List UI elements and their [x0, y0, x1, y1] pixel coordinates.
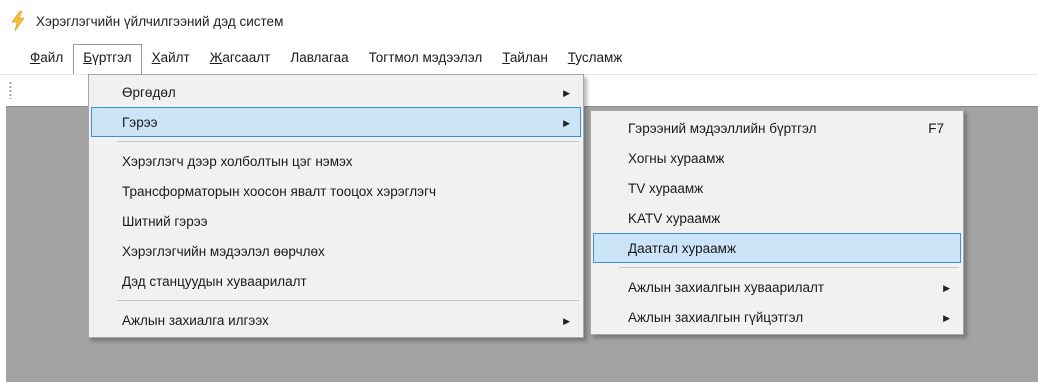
geree-item-2[interactable]: TV хураамж	[593, 173, 961, 203]
menu-item-label: Ажлын захиалгын гүйцэтгэл	[628, 310, 804, 325]
menu-item-label: Ажлын захиалга илгээх	[122, 313, 269, 328]
menu-constants[interactable]: Тогтмол мэдээлэл	[359, 44, 493, 70]
menu-item-label: TV хураамж	[628, 181, 704, 196]
burtgel-item-0[interactable]: Өргөдөл ▶	[91, 77, 581, 107]
menu-separator	[117, 141, 579, 142]
window-title: Хэрэглэгчийн үйлчилгээний дэд систем	[36, 13, 284, 29]
menu-mnemonic: Х	[151, 50, 161, 65]
shortcut-label: F7	[928, 121, 944, 136]
menu-item-label: Трансформаторын хоосон явалт тооцох хэрэ…	[122, 184, 437, 199]
triangle-right-icon: ▶	[563, 88, 570, 98]
burtgel-dropdown-menu: Өргөдөл ▶ Гэрээ ▶ Хэрэглэгч дээр холболтын ц…	[88, 74, 584, 338]
menu-label: агсаалт	[222, 50, 271, 65]
menu-label: усламж	[575, 50, 623, 65]
menu-list[interactable]: Жагсаалт	[200, 44, 281, 70]
burtgel-item-5[interactable]: Шитний гэрээ	[91, 206, 581, 236]
menu-label: Лавлагаа	[290, 50, 349, 65]
menu-item-label: Гэрээ	[122, 115, 158, 130]
burtgel-item-1[interactable]: Гэрээ ▶	[91, 107, 581, 137]
menu-label: Тогтмол мэдээлэл	[368, 50, 483, 65]
geree-submenu: Гэрээний мэдээллийн бүртгэл F7 Хогны хураа…	[590, 110, 964, 335]
menu-mnemonic: Ж	[209, 50, 223, 65]
triangle-right-icon: ▶	[943, 283, 950, 293]
menu-label: үртгэл	[92, 50, 132, 65]
geree-item-4[interactable]: Даатгал хураамж	[593, 233, 961, 263]
menu-item-label: Өргөдөл	[122, 85, 176, 100]
menu-label: айлт	[160, 50, 190, 65]
burtgel-item-6[interactable]: Хэрэглэгчийн мэдээлэл өөрчлөх	[91, 236, 581, 266]
menu-item-label: Дэд станцуудын хуваарилалт	[122, 274, 307, 289]
menu-item-label: KATV хураамж	[628, 211, 721, 226]
menu-help[interactable]: Тусламж	[558, 44, 633, 70]
menu-item-label: Хэрэглэгчийн мэдээлэл өөрчлөх	[122, 244, 325, 259]
title-bar: Хэрэглэгчийн үйлчилгээний дэд систем	[0, 0, 1038, 42]
menu-item-label: Даатгал хураамж	[628, 241, 736, 256]
geree-item-0[interactable]: Гэрээний мэдээллийн бүртгэл F7	[593, 113, 961, 143]
menu-burtgel[interactable]: Бүртгэл	[73, 44, 142, 74]
burtgel-item-4[interactable]: Трансформаторын хоосон явалт тооцох хэрэ…	[91, 176, 581, 206]
menu-bar: Файл Бүртгэл Хайлт Жагсаалт Лавлагаа Тогтмол …	[0, 42, 1038, 74]
triangle-right-icon: ▶	[563, 316, 570, 326]
burtgel-item-7[interactable]: Дэд станцуудын хуваарилалт	[91, 266, 581, 296]
geree-item-7[interactable]: Ажлын захиалгын гүйцэтгэл ▶	[593, 302, 961, 332]
triangle-right-icon: ▶	[943, 313, 950, 323]
menu-separator	[117, 300, 579, 301]
menu-reference[interactable]: Лавлагаа	[280, 44, 358, 70]
menu-file[interactable]: Файл	[20, 44, 73, 70]
toolbar-grip-icon[interactable]	[9, 81, 12, 99]
lightning-bolt-icon	[11, 11, 25, 31]
burtgel-item-3[interactable]: Хэрэглэгч дээр холболтын цэг нэмэх	[91, 146, 581, 176]
menu-mnemonic: Б	[83, 50, 93, 65]
menu-search[interactable]: Хайлт	[142, 44, 200, 70]
menu-report[interactable]: Тайлан	[492, 44, 558, 70]
triangle-right-icon: ▶	[563, 118, 570, 128]
app-window: Хэрэглэгчийн үйлчилгээний дэд систем Фай…	[0, 0, 1038, 382]
menu-label: айл	[40, 50, 64, 65]
burtgel-item-9[interactable]: Ажлын захиалга илгээх ▶	[91, 305, 581, 335]
menu-item-label: Хогны хураамж	[628, 151, 725, 166]
menu-mnemonic: Ф	[30, 50, 41, 65]
menu-item-label: Ажлын захиалгын хуваарилалт	[628, 280, 825, 295]
menu-item-label: Гэрээний мэдээллийн бүртгэл	[628, 121, 817, 136]
menu-item-label: Шитний гэрээ	[122, 214, 208, 229]
geree-item-3[interactable]: KATV хураамж	[593, 203, 961, 233]
menu-separator	[619, 267, 959, 268]
geree-item-6[interactable]: Ажлын захиалгын хуваарилалт ▶	[593, 272, 961, 302]
geree-item-1[interactable]: Хогны хураамж	[593, 143, 961, 173]
menu-mnemonic: Т	[502, 50, 510, 65]
menu-item-label: Хэрэглэгч дээр холболтын цэг нэмэх	[122, 154, 353, 169]
menu-label: айлан	[509, 50, 548, 65]
